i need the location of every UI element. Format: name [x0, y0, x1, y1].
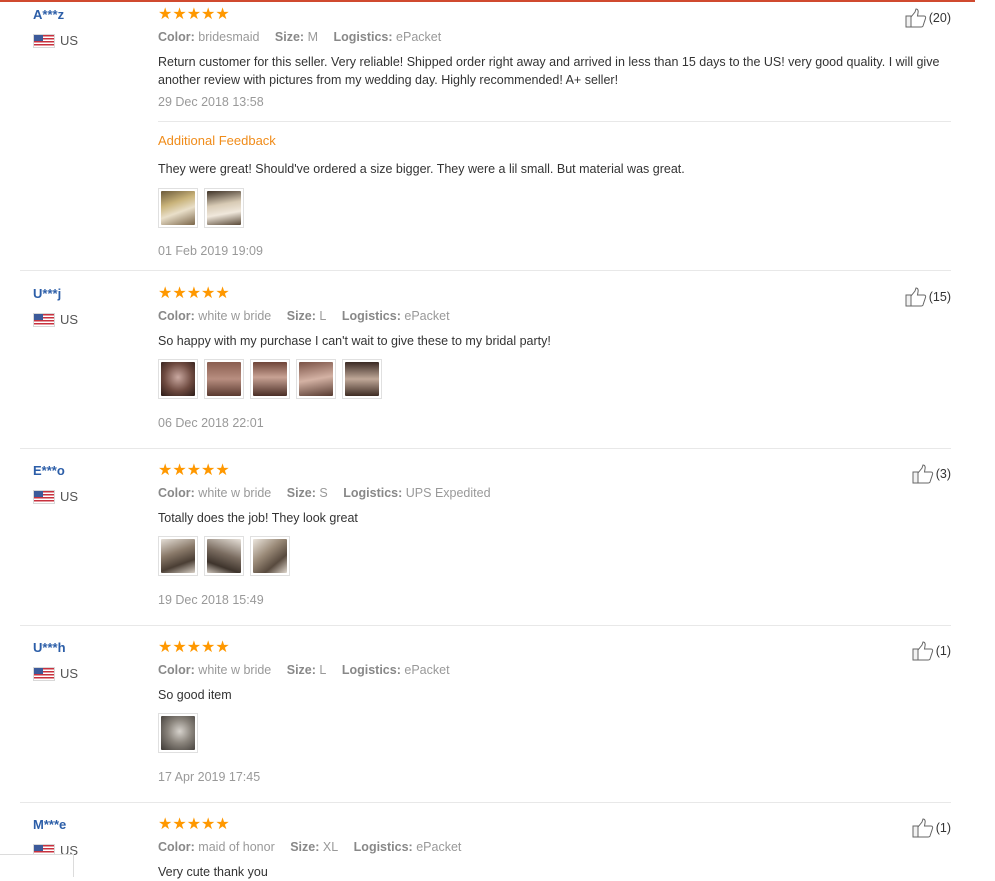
- review-photo-thumbnail[interactable]: [204, 359, 244, 399]
- review-divider: [20, 270, 951, 271]
- review-photos: [158, 188, 244, 228]
- helpful-count: (1): [935, 821, 951, 835]
- sku-color: bridesmaid: [198, 30, 260, 44]
- country-label: US: [60, 666, 79, 681]
- helpful-button[interactable]: (20): [905, 8, 951, 28]
- review-photo-thumbnail[interactable]: [296, 359, 336, 399]
- thumbs-up-icon: [905, 8, 926, 28]
- sku-info: Color: white w bride Size: L Logistics: …: [158, 309, 450, 323]
- review-photos: [158, 536, 290, 576]
- thumbs-up-icon: [912, 464, 933, 484]
- reviewer-country: US: [33, 489, 78, 504]
- country-label: US: [60, 33, 79, 48]
- sku-logistics: ePacket: [416, 840, 462, 854]
- thumbs-up-icon: [912, 818, 933, 838]
- reviewer-name[interactable]: E***o: [33, 463, 65, 478]
- review-divider: [20, 802, 951, 803]
- sku-logistics: UPS Expedited: [405, 486, 491, 500]
- country-label: US: [60, 312, 79, 327]
- us-flag-icon: [33, 666, 55, 681]
- review-divider: [20, 625, 951, 626]
- review-photo-thumbnail[interactable]: [158, 713, 198, 753]
- review-photo-thumbnail[interactable]: [250, 359, 290, 399]
- sku-color: white w bride: [198, 663, 272, 677]
- bottom-left-panel: [0, 854, 74, 877]
- divider: [158, 121, 951, 122]
- review-date: 06 Dec 2018 22:01: [158, 416, 264, 430]
- review-date: 29 Dec 2018 13:58: [158, 95, 264, 109]
- sku-logistics: ePacket: [404, 663, 450, 677]
- star-rating: ★★★★★: [158, 462, 230, 479]
- helpful-count: (1): [935, 644, 951, 658]
- helpful-button[interactable]: (1): [912, 818, 951, 838]
- review-photo-thumbnail[interactable]: [204, 536, 244, 576]
- review-date: 19 Dec 2018 15:49: [158, 593, 264, 607]
- helpful-button[interactable]: (1): [912, 641, 951, 661]
- sku-info: Color: maid of honor Size: XL Logistics:…: [158, 840, 462, 854]
- country-label: US: [60, 489, 79, 504]
- star-rating: ★★★★★: [158, 6, 230, 23]
- additional-feedback-title: Additional Feedback: [158, 133, 276, 148]
- review-photo-thumbnail[interactable]: [342, 359, 382, 399]
- additional-feedback-text: They were great! Should've ordered a siz…: [158, 162, 685, 176]
- thumbs-up-icon: [912, 641, 933, 661]
- reviewer-name[interactable]: A***z: [33, 7, 64, 22]
- us-flag-icon: [33, 489, 55, 504]
- us-flag-icon: [33, 33, 55, 48]
- review-photos: [158, 359, 382, 399]
- review-photo-thumbnail[interactable]: [158, 359, 198, 399]
- helpful-count: (3): [935, 467, 951, 481]
- thumbs-up-icon: [905, 287, 926, 307]
- sku-logistics: ePacket: [396, 30, 442, 44]
- top-accent-bar: [0, 0, 975, 2]
- helpful-button[interactable]: (15): [905, 287, 951, 307]
- reviewer-name[interactable]: U***j: [33, 286, 61, 301]
- review-photo-thumbnail[interactable]: [158, 536, 198, 576]
- sku-size: XL: [322, 840, 339, 854]
- reviewer-name[interactable]: U***h: [33, 640, 66, 655]
- review-text: Very cute thank you: [158, 865, 268, 879]
- sku-size: S: [319, 486, 328, 500]
- helpful-button[interactable]: (3): [912, 464, 951, 484]
- review-text: So good item: [158, 688, 232, 702]
- sku-size: M: [307, 30, 319, 44]
- sku-info: Color: bridesmaid Size: M Logistics: ePa…: [158, 30, 442, 44]
- additional-feedback-date: 01 Feb 2019 19:09: [158, 244, 263, 258]
- sku-info: Color: white w bride Size: S Logistics: …: [158, 486, 491, 500]
- helpful-count: (20): [928, 11, 951, 25]
- review-photos: [158, 713, 198, 753]
- reviewer-country: US: [33, 666, 78, 681]
- helpful-count: (15): [928, 290, 951, 304]
- sku-color: maid of honor: [198, 840, 275, 854]
- review-text: Return customer for this seller. Very re…: [158, 55, 940, 87]
- review-photo-thumbnail[interactable]: [158, 188, 198, 228]
- review-date: 17 Apr 2019 17:45: [158, 770, 261, 784]
- sku-info: Color: white w bride Size: L Logistics: …: [158, 663, 450, 677]
- sku-color: white w bride: [198, 486, 272, 500]
- sku-color: white w bride: [198, 309, 272, 323]
- star-rating: ★★★★★: [158, 639, 230, 656]
- sku-logistics: ePacket: [404, 309, 450, 323]
- reviewer-name[interactable]: M***e: [33, 817, 66, 832]
- star-rating: ★★★★★: [158, 816, 230, 833]
- sku-size: L: [319, 663, 327, 677]
- sku-size: L: [319, 309, 327, 323]
- reviewer-country: US: [33, 312, 78, 327]
- review-photo-thumbnail[interactable]: [204, 188, 244, 228]
- reviewer-country: US: [33, 33, 78, 48]
- star-rating: ★★★★★: [158, 285, 230, 302]
- review-photo-thumbnail[interactable]: [250, 536, 290, 576]
- review-divider: [20, 448, 951, 449]
- review-text: So happy with my purchase I can't wait t…: [158, 334, 551, 348]
- review-text: Totally does the job! They look great: [158, 511, 358, 525]
- us-flag-icon: [33, 312, 55, 327]
